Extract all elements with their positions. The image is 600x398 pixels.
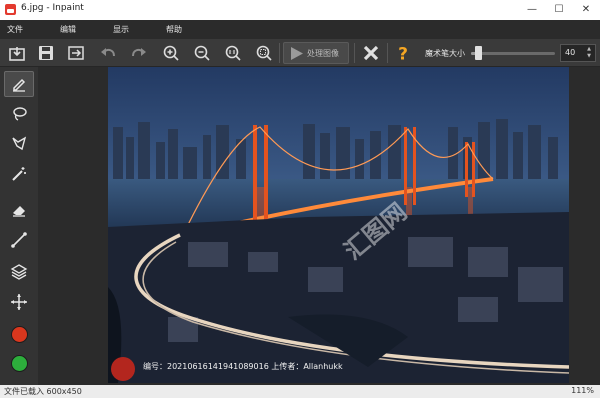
zoom-actual-icon [225, 45, 241, 61]
marker-icon [13, 78, 26, 92]
open-button[interactable] [5, 41, 29, 65]
maximize-button[interactable]: ☐ [546, 0, 572, 20]
zoom-level: 111% [571, 386, 594, 395]
toolbar-separator [354, 43, 355, 63]
window-title: 6.jpg - Inpaint [21, 3, 84, 13]
zoom-out-button[interactable] [190, 41, 214, 65]
menu-bar: 文件 编辑 显示 帮助 [0, 20, 600, 39]
brush-size-label: 魔术笔大小 [425, 49, 465, 58]
eraser-tool[interactable] [4, 197, 34, 223]
save-as-button[interactable] [64, 41, 88, 65]
eraser-icon [13, 206, 25, 217]
line-icon [11, 232, 27, 248]
save-button[interactable] [34, 41, 58, 65]
magic-wand-icon [12, 167, 26, 181]
brush-size-value: 40 [565, 48, 576, 57]
close-button[interactable]: ✕ [573, 0, 599, 20]
move-tool[interactable] [4, 289, 34, 315]
save-as-icon [68, 46, 84, 60]
move-icon [11, 294, 27, 310]
app-icon [5, 4, 16, 15]
redo-button[interactable] [127, 41, 151, 65]
zoom-actual-button[interactable] [221, 41, 245, 65]
toolbar: 处理图像 ? 魔术笔大小 40 ▲ ▼ [0, 39, 600, 67]
image-canvas[interactable]: 汇图网 编号：20210616141941089016 上传者：Allanhuk… [108, 67, 569, 383]
zoom-in-icon [163, 45, 179, 61]
watermark-text: 编号：20210616141941089016 上传者：Allanhukk [143, 362, 343, 371]
svg-text:?: ? [398, 45, 408, 63]
status-message: 文件已载入 600x450 [4, 387, 82, 396]
watermark-badge [111, 357, 135, 381]
canvas-area: 汇图网 编号：20210616141941089016 上传者：Allanhuk… [38, 67, 600, 385]
green-marker-color[interactable] [4, 350, 34, 376]
zoom-fit-button[interactable] [252, 41, 276, 65]
undo-button[interactable] [96, 41, 120, 65]
redo-icon [132, 48, 146, 57]
red-color-swatch [10, 325, 28, 343]
close-x-icon [363, 45, 379, 61]
menu-view[interactable]: 显示 [113, 24, 129, 35]
zoom-in-button[interactable] [159, 41, 183, 65]
lasso-tool[interactable] [4, 101, 34, 127]
polygon-lasso-tool[interactable] [4, 131, 34, 157]
spin-arrows-icon[interactable]: ▲ ▼ [585, 46, 593, 60]
minimize-button[interactable]: — [519, 0, 545, 20]
bridge-night-photo [108, 67, 569, 383]
question-icon: ? [398, 45, 408, 63]
line-tool[interactable] [4, 227, 34, 253]
marker-tool[interactable] [4, 71, 34, 97]
zoom-fit-icon [256, 45, 272, 61]
menu-edit[interactable]: 编辑 [60, 24, 76, 35]
status-bar: 文件已载入 600x450 111% [0, 385, 600, 398]
undo-icon [101, 48, 115, 57]
menu-help[interactable]: 帮助 [166, 24, 182, 35]
play-icon [291, 47, 303, 60]
help-button[interactable]: ? [391, 41, 415, 65]
zoom-out-icon [194, 45, 210, 61]
slider-handle[interactable] [474, 46, 482, 60]
lasso-icon [13, 107, 27, 121]
toolbox [0, 67, 38, 385]
red-marker-color[interactable] [4, 321, 34, 347]
clear-selection-button[interactable] [359, 41, 383, 65]
green-color-swatch [10, 354, 28, 372]
open-icon [9, 47, 25, 61]
toolbar-separator [279, 43, 280, 63]
magic-wand-tool[interactable] [4, 161, 34, 187]
brush-size-slider[interactable] [471, 52, 555, 55]
menu-file[interactable]: 文件 [7, 24, 23, 35]
brush-size-input[interactable]: 40 ▲ ▼ [560, 44, 596, 62]
save-icon [39, 46, 53, 60]
toolbar-separator [387, 43, 388, 63]
layers-tool[interactable] [4, 259, 34, 285]
title-bar: 6.jpg - Inpaint — ☐ ✕ [0, 0, 600, 20]
layers-icon [10, 264, 28, 280]
process-image-button[interactable]: 处理图像 [283, 42, 349, 64]
polygon-lasso-icon [12, 136, 27, 151]
process-image-label: 处理图像 [307, 49, 339, 58]
